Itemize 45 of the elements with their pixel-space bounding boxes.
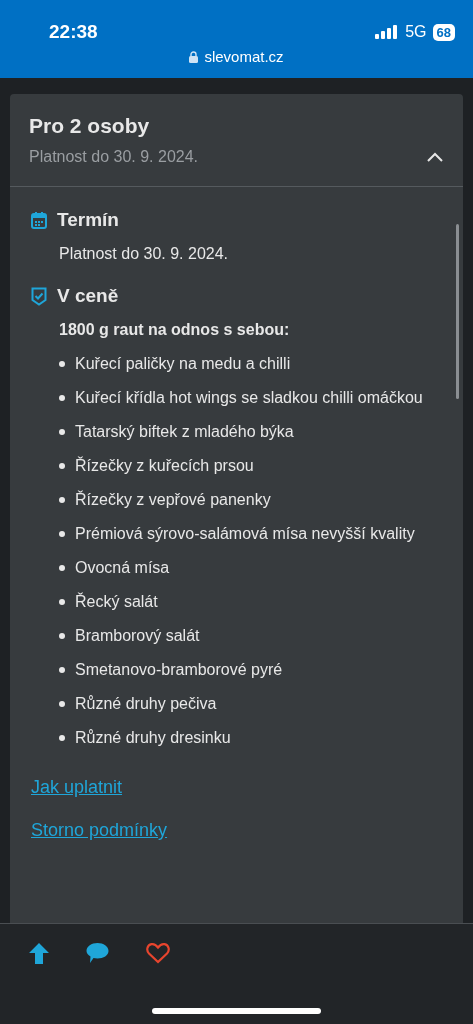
list-item: Tatarský biftek z mladého býka — [75, 422, 294, 442]
arrow-up-icon[interactable] — [29, 942, 49, 964]
signal-icon — [375, 25, 400, 39]
list-item: Prémiová sýrovo-salámová mísa nevyšší kvality — [75, 524, 415, 544]
bullet — [59, 531, 65, 537]
bullet — [59, 667, 65, 673]
bullet — [59, 395, 65, 401]
lock-icon — [189, 50, 199, 63]
validity-text: Platnost do 30. 9. 2024. — [59, 245, 229, 263]
list-item: Různé druhy dresinku — [75, 728, 231, 748]
bullet — [59, 497, 65, 503]
link[interactable]: Storno podmínky — [31, 820, 168, 841]
bullet — [59, 701, 65, 707]
shield-check-icon — [31, 286, 47, 306]
offer-validity: Platnost do 30. 9. 2024. — [29, 148, 198, 166]
list-item: Bramborový salát — [75, 626, 200, 646]
bullet — [59, 599, 65, 605]
clock: 22:38 — [49, 21, 98, 43]
chat-bubble-icon[interactable] — [86, 942, 109, 964]
bullet — [59, 463, 65, 469]
list-item: Kuřecí paličky na medu a chilli — [75, 354, 291, 374]
bullet — [59, 361, 65, 367]
offer-title: Pro 2 osoby — [29, 114, 151, 138]
list-item: Řecký salát — [75, 591, 158, 612]
scrollbar[interactable] — [456, 224, 459, 399]
chevron-icon[interactable] — [427, 152, 443, 162]
bullet — [59, 633, 65, 639]
included-lead: 1800 g raut na odnos s sebou: — [59, 321, 291, 339]
bullet — [59, 735, 65, 741]
list-item: Smetanovo-bramborové pyré — [75, 660, 283, 680]
list-item: Ovocná mísa — [75, 558, 170, 578]
network-label: 5G — [405, 23, 427, 41]
list-item: Různé druhy pečiva — [75, 694, 217, 714]
link[interactable]: Jak uplatnit — [31, 777, 123, 798]
list-item: Řízečky z vepřové panenky — [75, 489, 271, 510]
section-heading: V ceně — [57, 285, 119, 307]
section-heading: Termín — [57, 209, 119, 231]
calendar-icon — [31, 211, 47, 229]
battery-indicator: 68 — [432, 23, 455, 41]
url-text[interactable]: slevomat.cz — [204, 48, 284, 65]
heart-icon[interactable] — [146, 942, 170, 964]
bullet — [59, 429, 65, 435]
list-item: Řízečky z kuřecích prsou — [75, 455, 254, 476]
list-item: Kuřecí křídla hot wings se sladkou chilli omáčkou — [75, 388, 423, 408]
bullet — [59, 565, 65, 571]
